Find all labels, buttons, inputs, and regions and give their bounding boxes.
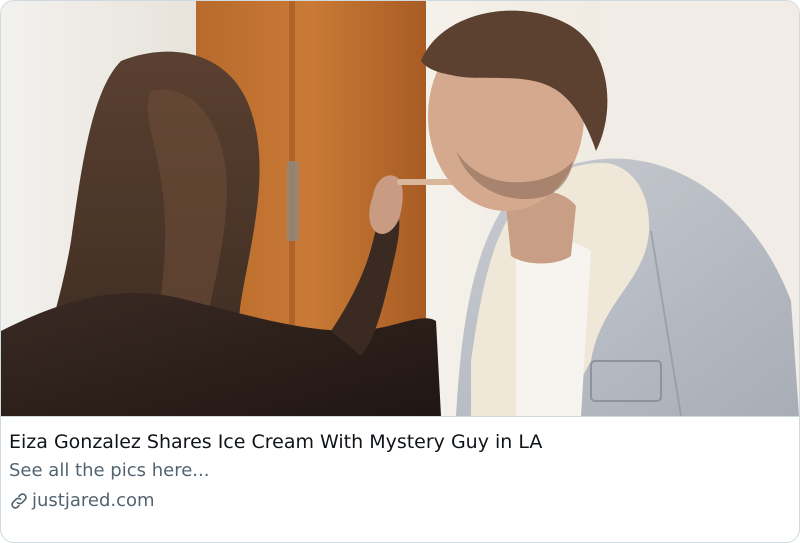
card-title[interactable]: Eiza Gonzalez Shares Ice Cream With Myst… xyxy=(9,429,789,455)
link-preview-card[interactable]: Eiza Gonzalez Shares Ice Cream With Myst… xyxy=(0,0,800,543)
card-image[interactable] xyxy=(1,1,799,416)
card-divider xyxy=(1,416,799,417)
card-description: See all the pics here... xyxy=(9,460,210,481)
link-icon xyxy=(9,491,29,511)
card-meta: Eiza Gonzalez Shares Ice Cream With Myst… xyxy=(9,429,789,514)
photo-illustration xyxy=(1,1,799,416)
card-domain-row[interactable]: justjared.com xyxy=(9,488,789,514)
card-domain: justjared.com xyxy=(32,490,155,511)
